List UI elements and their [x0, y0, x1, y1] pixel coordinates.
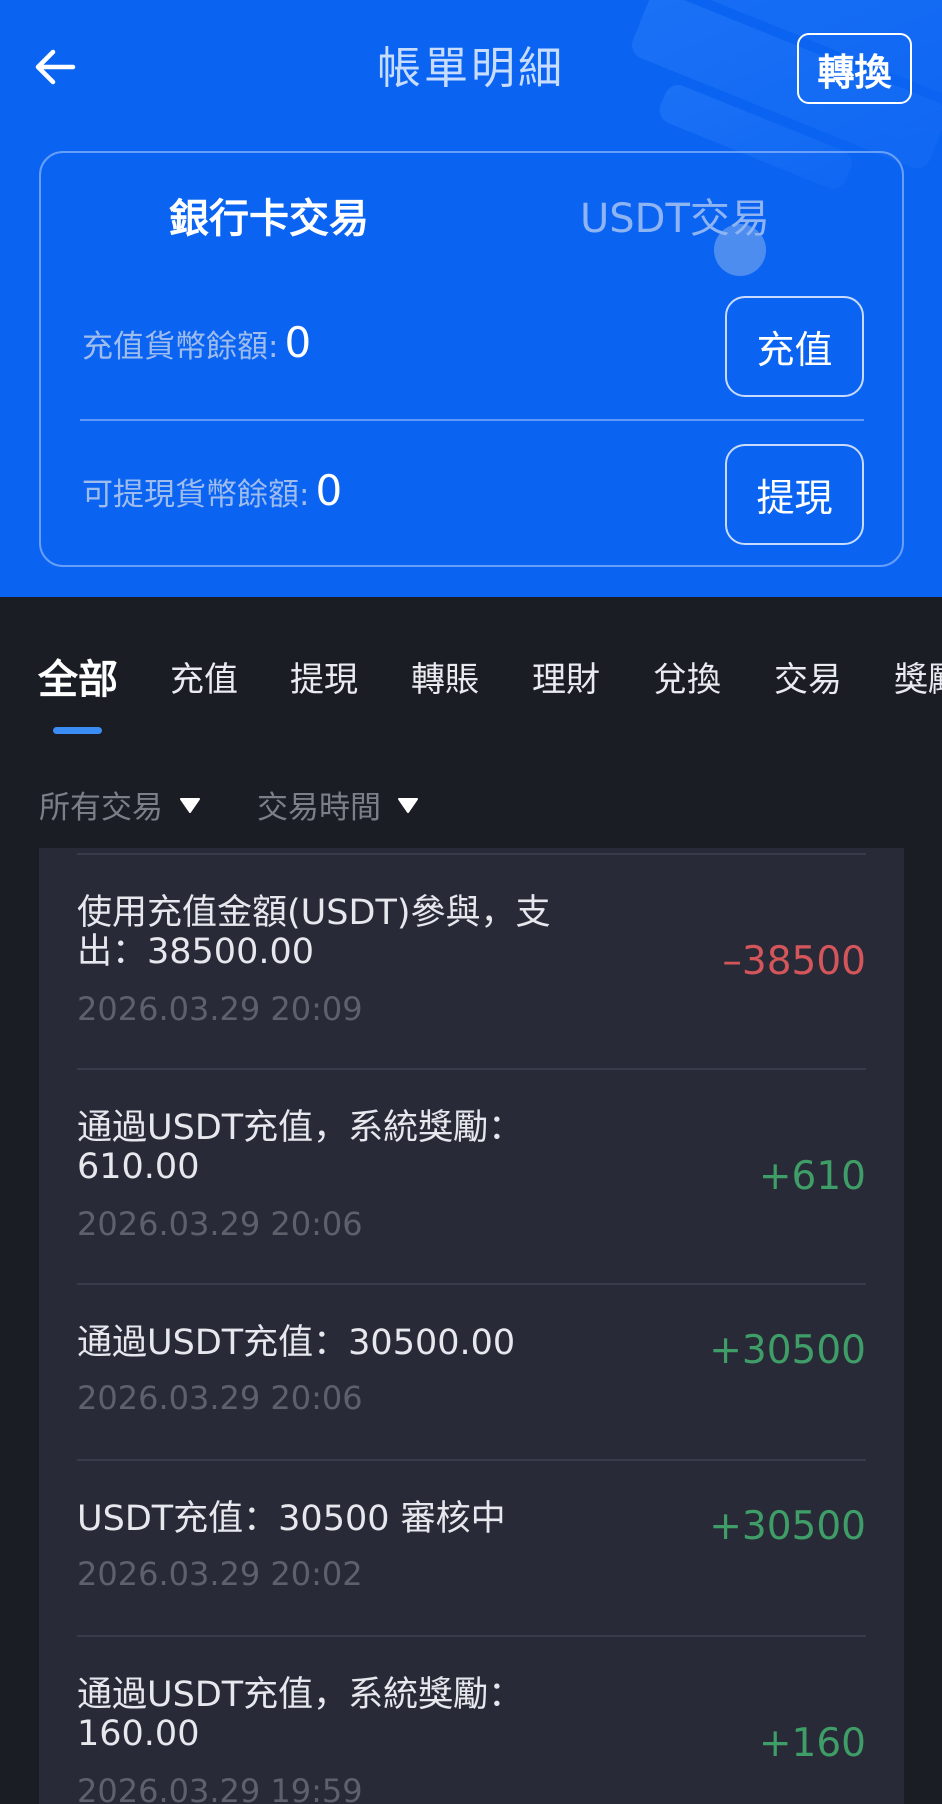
recharge-balance-label: 充值貨幣餘額:	[82, 329, 279, 365]
transaction-amount: +610	[758, 1154, 866, 1199]
row-divider	[77, 1068, 866, 1070]
transaction-amount: +30500	[709, 1328, 866, 1373]
tab-withdraw[interactable]: 提現	[290, 652, 358, 701]
tab-exchange[interactable]: 兌換	[653, 652, 721, 701]
active-tab-indicator	[53, 727, 102, 734]
transaction-time-filter-label: 交易時間	[257, 790, 381, 826]
caret-down-icon	[398, 797, 418, 813]
transaction-time: 2026.03.29 20:02	[77, 1555, 363, 1593]
tab-wealth[interactable]: 理財	[532, 652, 600, 701]
transaction-time: 2026.03.29 19:59	[77, 1772, 363, 1804]
row-divider	[77, 1459, 866, 1461]
transaction-time: 2026.03.29 20:06	[77, 1379, 363, 1417]
withdrawable-balance: 可提現貨幣餘額: 0	[82, 466, 342, 515]
tab-trade[interactable]: 交易	[774, 652, 842, 701]
recharge-balance: 充值貨幣餘額: 0	[82, 318, 311, 367]
transaction-description: 使用充值金額(USDT)參與，支出：38500.00	[77, 893, 551, 972]
account-card: 銀行卡交易 USDT交易 充值貨幣餘額: 0 充值 可提現貨幣餘額: 0 提現	[39, 151, 904, 567]
convert-button[interactable]: 轉換	[797, 33, 912, 104]
transaction-description: 通過USDT充值，系統獎勵：610.00	[77, 1108, 524, 1187]
transaction-time: 2026.03.29 20:09	[77, 990, 363, 1028]
list-top-divider	[77, 853, 866, 855]
transaction-description: 通過USDT充值：30500.00	[77, 1323, 516, 1363]
tab-reward[interactable]: 獎勵	[894, 652, 942, 701]
transaction-list[interactable]: 使用充值金額(USDT)參與，支出：38500.00 2026.03.29 20…	[39, 848, 904, 1804]
transaction-type-filter-label: 所有交易	[39, 790, 163, 826]
transaction-amount: +160	[758, 1721, 866, 1766]
transaction-time-filter[interactable]: 交易時間	[257, 782, 419, 827]
row-divider	[77, 1635, 866, 1637]
tab-bank-card-transactions[interactable]: 銀行卡交易	[169, 191, 369, 247]
row-divider	[77, 1283, 866, 1285]
transaction-amount: +30500	[709, 1504, 866, 1549]
category-tabs: 全部 充值 提現 轉賬 理財 兌換 交易 獎勵	[0, 640, 942, 740]
recharge-balance-value: 0	[284, 318, 312, 367]
caret-down-icon	[180, 797, 200, 813]
transaction-description: 通過USDT充值，系統獎勵：160.00	[77, 1675, 524, 1754]
tab-recharge[interactable]: 充值	[170, 652, 238, 701]
withdrawable-balance-value: 0	[315, 466, 343, 515]
withdraw-button[interactable]: 提現	[725, 444, 864, 545]
transaction-amount: –38500	[722, 939, 866, 984]
transaction-description: USDT充值：30500 審核中	[77, 1499, 506, 1539]
tab-all[interactable]: 全部	[38, 647, 118, 705]
transaction-time: 2026.03.29 20:06	[77, 1205, 363, 1243]
tab-usdt-transactions[interactable]: USDT交易	[580, 191, 770, 247]
withdrawable-balance-label: 可提現貨幣餘額:	[82, 477, 310, 513]
recharge-button[interactable]: 充值	[725, 296, 864, 397]
transaction-type-filter[interactable]: 所有交易	[39, 782, 201, 827]
tab-transfer[interactable]: 轉賬	[411, 652, 479, 701]
header: 帳單明細 轉換 銀行卡交易 USDT交易 充值貨幣餘額: 0 充值 可提現貨幣餘額…	[0, 0, 942, 597]
card-divider	[80, 419, 864, 421]
